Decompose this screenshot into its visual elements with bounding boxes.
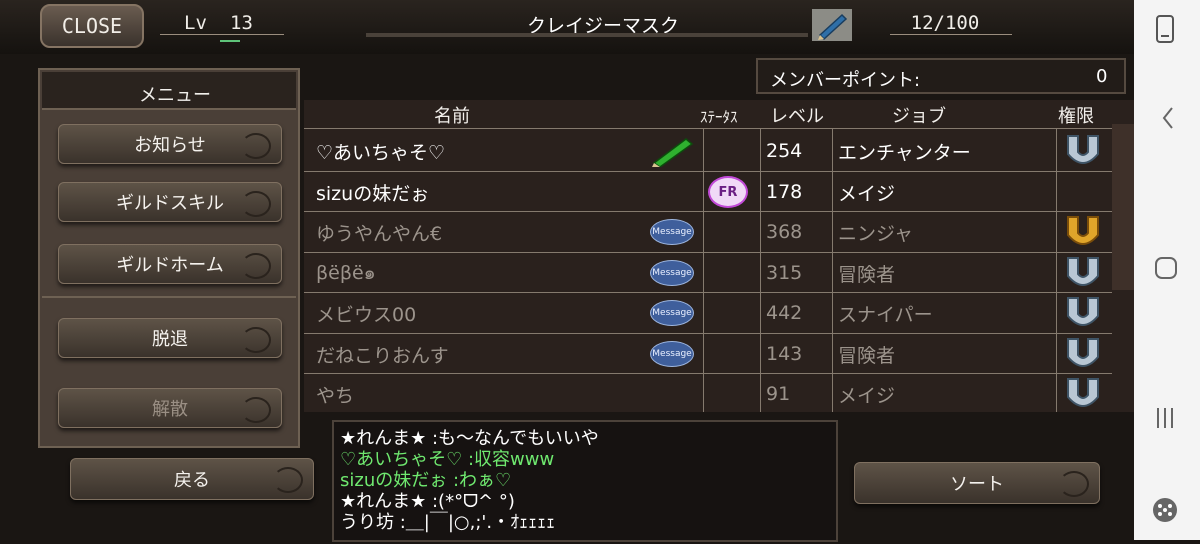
silver-crest-icon xyxy=(1062,134,1104,168)
sort-button-label: ソート xyxy=(950,474,1004,495)
rotate-phone-icon[interactable] xyxy=(1156,15,1174,43)
swirl-ornament-icon xyxy=(241,191,271,217)
member-level: 91 xyxy=(766,383,791,405)
member-job: メイジ xyxy=(838,384,896,407)
guild-skill-button[interactable]: ギルドスキル xyxy=(58,182,282,222)
member-job: メイジ xyxy=(838,182,896,205)
leave-guild-button-label: 脱退 xyxy=(152,329,188,350)
member-level: 254 xyxy=(766,140,803,162)
silver-crest-icon xyxy=(1062,296,1104,330)
pencil-icon xyxy=(650,135,696,168)
message-icon[interactable]: Message xyxy=(650,300,694,326)
swirl-ornament-icon xyxy=(241,253,271,279)
table-row[interactable]: βëβë๑ 315 冒険者 Message xyxy=(304,253,1112,293)
member-name: ゆうやんやん€ xyxy=(316,222,443,245)
table-row[interactable]: ゆうやんやん€ 368 ニンジャ Message xyxy=(304,212,1112,252)
news-button[interactable]: お知らせ xyxy=(58,124,282,164)
disband-button-label: 解散 xyxy=(152,399,188,420)
message-icon[interactable]: Message xyxy=(650,219,694,245)
column-divider xyxy=(832,128,833,412)
table-row[interactable]: だねこりおんす 143 冒険者 Message xyxy=(304,334,1112,374)
silver-crest-icon xyxy=(1062,337,1104,371)
member-level: 315 xyxy=(766,262,803,284)
member-count: 12/100 xyxy=(910,12,980,34)
gold-crest-icon xyxy=(1062,215,1104,249)
column-header-rank: 権限 xyxy=(1058,106,1094,127)
member-job: ニンジャ xyxy=(838,222,914,245)
row-divider xyxy=(304,211,1112,212)
back-button[interactable]: 戻る xyxy=(70,458,314,500)
column-header-name: 名前 xyxy=(434,106,470,127)
row-divider xyxy=(304,252,1112,253)
guild-skill-button-label: ギルドスキル xyxy=(116,193,224,214)
swirl-ornament-icon xyxy=(1059,471,1089,497)
member-name: ♡あいちゃそ♡ xyxy=(316,141,446,164)
menu-title: メニュー xyxy=(139,85,211,106)
member-level: 368 xyxy=(766,221,803,243)
row-divider xyxy=(304,171,1112,172)
exp-bar xyxy=(220,40,240,42)
back-nav-icon[interactable] xyxy=(1162,107,1173,129)
member-name: sizuの妹だぉ xyxy=(316,182,430,205)
level-label: Lv xyxy=(184,12,207,34)
member-job: スナイパー xyxy=(838,303,933,326)
member-name: やち xyxy=(316,384,355,407)
member-name: βëβë๑ xyxy=(316,262,376,284)
recents-nav-icon[interactable] xyxy=(1157,408,1173,428)
table-scrollbar[interactable] xyxy=(1112,124,1134,290)
member-level: 178 xyxy=(766,181,803,203)
menu-divider xyxy=(42,296,296,298)
column-header-job: ジョブ xyxy=(892,106,946,127)
message-icon[interactable]: Message xyxy=(650,341,694,367)
level-underline xyxy=(160,34,284,35)
swirl-ornament-icon xyxy=(241,327,271,353)
message-icon[interactable]: Message xyxy=(650,260,694,286)
game-tools-icon[interactable] xyxy=(1153,498,1177,522)
guild-name-underline xyxy=(366,33,808,37)
silver-crest-icon xyxy=(1062,377,1104,411)
row-divider xyxy=(304,292,1112,293)
column-divider xyxy=(760,128,761,412)
column-divider xyxy=(1056,128,1057,412)
member-job: 冒険者 xyxy=(838,263,896,286)
close-button[interactable]: CLOSE xyxy=(40,4,144,48)
row-divider xyxy=(304,333,1112,334)
swirl-ornament-icon xyxy=(241,397,271,423)
guild-home-button[interactable]: ギルドホーム xyxy=(58,244,282,284)
back-button-label: 戻る xyxy=(174,470,210,491)
disband-button: 解散 xyxy=(58,388,282,428)
news-button-label: お知らせ xyxy=(134,135,206,156)
member-points-label: メンバーポイント: xyxy=(770,70,921,91)
member-name: メビウス00 xyxy=(316,303,417,326)
table-row[interactable]: やち 91 メイジ xyxy=(304,374,1112,414)
member-level: 143 xyxy=(766,343,803,365)
column-header-status: ｽﾃｰﾀｽ xyxy=(700,108,738,126)
swirl-ornament-icon xyxy=(273,467,303,493)
level-value: 13 xyxy=(230,12,253,34)
edit-icon[interactable] xyxy=(812,9,852,41)
table-row[interactable]: sizuの妹だぉ 178 メイジ FR xyxy=(304,172,1112,212)
friend-request-icon: FR xyxy=(708,176,748,208)
chat-message: うり坊 :＿|￣|○,;'.・ｵｪｪｪｪ xyxy=(340,512,556,533)
row-divider xyxy=(304,373,1112,374)
leave-guild-button[interactable]: 脱退 xyxy=(58,318,282,358)
system-nav-bar xyxy=(1134,0,1200,540)
member-job: エンチャンター xyxy=(838,141,971,164)
guild-home-button-label: ギルドホーム xyxy=(116,255,224,276)
swirl-ornament-icon xyxy=(241,133,271,159)
member-name: だねこりおんす xyxy=(316,344,449,367)
sort-button[interactable]: ソート xyxy=(854,462,1100,504)
silver-crest-icon xyxy=(1062,256,1104,290)
column-divider xyxy=(703,128,704,412)
table-row[interactable]: ♡あいちゃそ♡ 254 エンチャンター xyxy=(304,131,1112,171)
member-count-underline xyxy=(890,34,1012,35)
member-job: 冒険者 xyxy=(838,344,896,367)
member-points-value: 0 xyxy=(1096,66,1108,87)
member-level: 442 xyxy=(766,302,803,324)
home-nav-icon[interactable] xyxy=(1155,257,1177,279)
table-row[interactable]: メビウス00 442 スナイパー Message xyxy=(304,293,1112,333)
menu-divider xyxy=(42,108,296,110)
table-header-divider xyxy=(304,128,1112,129)
column-header-level: レベル xyxy=(770,106,824,127)
